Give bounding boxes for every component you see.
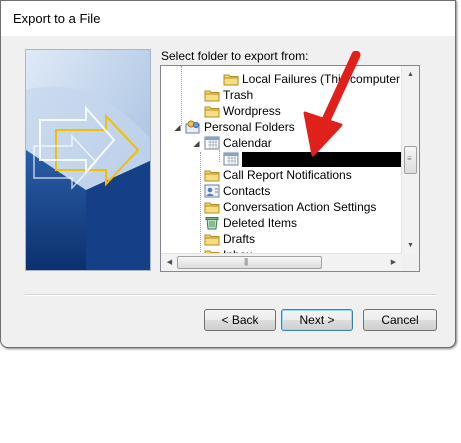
folder-prompt-label: Select folder to export from: bbox=[161, 49, 309, 63]
tree-connector bbox=[219, 150, 220, 162]
horizontal-scrollbar[interactable]: ◀ ||| ▶ bbox=[161, 253, 402, 271]
tree-item-label: Personal Folders bbox=[204, 120, 295, 134]
tree-item-label: Conversation Action Settings bbox=[223, 200, 377, 214]
tree-item-deleted-items[interactable]: Deleted Items bbox=[204, 215, 354, 231]
tree-item-label: Wordpress bbox=[223, 104, 281, 118]
next-button[interactable]: Next > bbox=[281, 309, 353, 331]
tree-connector bbox=[181, 66, 182, 126]
annotation-arrow-icon bbox=[303, 51, 361, 157]
tree-item-label: Trash bbox=[223, 88, 254, 102]
calendar-icon bbox=[223, 152, 239, 166]
collapse-toggle-icon[interactable]: ◢ bbox=[173, 123, 182, 132]
scrollbar-corner bbox=[402, 254, 419, 271]
grip-icon: ||| bbox=[244, 257, 248, 266]
tree-item-conversation-action-settings[interactable]: Conversation Action Settings bbox=[204, 199, 404, 215]
cancel-button[interactable]: Cancel bbox=[363, 309, 437, 331]
button-separator bbox=[25, 294, 437, 296]
horizontal-scroll-thumb[interactable]: ||| bbox=[177, 256, 322, 269]
collapse-toggle-icon[interactable]: ◢ bbox=[192, 139, 201, 148]
contacts-icon bbox=[204, 184, 220, 198]
tree-item-label: Call Report Notifications bbox=[223, 168, 352, 182]
folder-tree[interactable]: Local Failures (This computer on Trash W… bbox=[160, 65, 420, 272]
folder-icon bbox=[204, 232, 220, 246]
calendar-icon bbox=[204, 136, 220, 150]
folder-icon bbox=[204, 88, 220, 102]
tree-item-drafts[interactable]: Drafts bbox=[204, 231, 354, 247]
tree-item-call-report-notifications[interactable]: Call Report Notifications bbox=[204, 167, 394, 183]
tree-item-label: Deleted Items bbox=[223, 216, 298, 230]
tree-item-contacts[interactable]: Contacts bbox=[204, 183, 354, 199]
scroll-left-arrow-icon[interactable]: ◀ bbox=[161, 254, 178, 271]
scroll-down-arrow-icon[interactable]: ▼ bbox=[402, 237, 419, 254]
back-button[interactable]: < Back bbox=[204, 309, 276, 331]
folder-icon bbox=[204, 168, 220, 182]
wizard-banner-image bbox=[25, 49, 151, 271]
tree-item-label: Contacts bbox=[223, 184, 271, 198]
dialog-title: Export to a File bbox=[13, 11, 101, 26]
scroll-right-arrow-icon[interactable]: ▶ bbox=[385, 254, 402, 271]
vertical-scrollbar[interactable]: ▲ ≡ ▼ bbox=[401, 66, 419, 254]
folder-icon bbox=[223, 72, 239, 86]
folder-icon bbox=[204, 104, 220, 118]
tree-item-label: Drafts bbox=[223, 232, 256, 246]
grip-icon: ≡ bbox=[407, 154, 412, 163]
deleted-items-icon bbox=[204, 216, 220, 230]
folder-icon bbox=[204, 200, 220, 214]
title-bar: Export to a File bbox=[1, 1, 455, 36]
scroll-up-arrow-icon[interactable]: ▲ bbox=[402, 66, 419, 83]
tree-item-label: Calendar bbox=[223, 136, 272, 150]
export-dialog: Export to a File Select folder to export… bbox=[0, 0, 456, 348]
vertical-scroll-thumb[interactable]: ≡ bbox=[404, 146, 417, 174]
personal-folders-icon bbox=[185, 120, 201, 134]
